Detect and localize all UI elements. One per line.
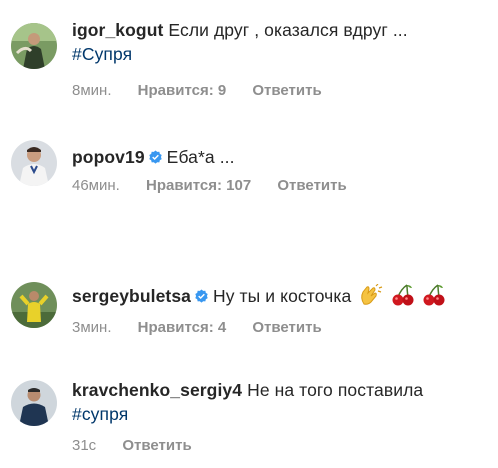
comment-hashtag[interactable]: #супря xyxy=(72,404,128,424)
avatar[interactable] xyxy=(11,140,57,186)
comment-time[interactable]: 3мин. xyxy=(72,319,112,336)
reply-button[interactable]: Ответить xyxy=(122,437,191,454)
comment-text-block: sergeybuletsa Ну ты и косточка xyxy=(72,284,488,308)
reply-button[interactable]: Ответить xyxy=(277,177,346,194)
comment-meta: 3мин. Нравится: 4 Ответить xyxy=(72,319,344,336)
comment-time[interactable]: 31с xyxy=(72,437,96,454)
comment-body: Еба*а ... xyxy=(166,147,235,167)
comment-meta: 31с Ответить xyxy=(72,437,214,454)
cherries-icon xyxy=(423,284,445,306)
comment-text-block: kravchenko_sergiy4 Не на того поставила … xyxy=(72,378,488,426)
comment-likes[interactable]: Нравится: 9 xyxy=(138,82,227,99)
comment-username[interactable]: popov19 xyxy=(72,147,145,167)
comment-body: Не на того поставила xyxy=(247,380,424,400)
avatar[interactable] xyxy=(11,380,57,426)
comment-meta: 8мин. Нравится: 9 Ответить xyxy=(72,82,344,99)
comment-username[interactable]: igor_kogut xyxy=(72,20,163,40)
comment-username[interactable]: sergeybuletsa xyxy=(72,286,191,306)
comment-meta: 46мин. Нравится: 107 Ответить xyxy=(72,177,369,194)
clapping-hands-icon xyxy=(361,284,383,305)
comment-time[interactable]: 46мин. xyxy=(72,177,120,194)
reply-button[interactable]: Ответить xyxy=(252,319,321,336)
verified-badge-icon xyxy=(195,289,208,303)
comment-username[interactable]: kravchenko_sergiy4 xyxy=(72,380,242,400)
avatar[interactable] xyxy=(11,282,57,328)
cherries-icon xyxy=(392,284,414,306)
reply-button[interactable]: Ответить xyxy=(252,82,321,99)
comment-text-block: igor_kogut Если друг , оказался вдруг ..… xyxy=(72,18,488,66)
comment-text-block: popov19 Еба*а ... xyxy=(72,145,488,169)
comment-body: Если друг , оказался вдруг ... xyxy=(168,20,408,40)
comment-hashtag[interactable]: #Супря xyxy=(72,44,132,64)
comment-likes[interactable]: Нравится: 4 xyxy=(138,319,227,336)
verified-badge-icon xyxy=(148,150,162,164)
avatar[interactable] xyxy=(11,23,57,69)
comment-likes[interactable]: Нравится: 107 xyxy=(146,177,251,194)
comment-body: Ну ты и косточка xyxy=(213,286,352,306)
comment-time[interactable]: 8мин. xyxy=(72,82,112,99)
